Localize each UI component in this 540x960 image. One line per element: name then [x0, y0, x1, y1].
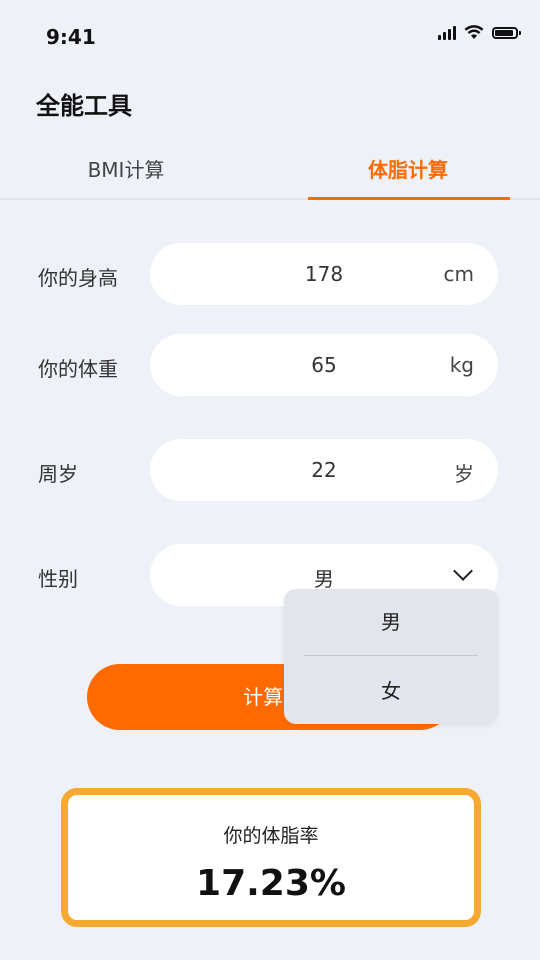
weight-unit: kg [449, 353, 474, 377]
weight-label: 你的体重 [38, 357, 118, 381]
status-icons [438, 25, 521, 40]
gender-dropdown-menu: 男 女 [284, 589, 498, 724]
active-tab-indicator [308, 197, 510, 200]
age-label: 周岁 [38, 462, 78, 486]
tab-bar: BMI计算 体脂计算 [0, 140, 540, 200]
height-unit: cm [443, 262, 474, 286]
height-row: 你的身高 178 cm [0, 243, 540, 305]
height-input[interactable]: 178 cm [150, 243, 498, 305]
gender-label: 性别 [38, 567, 78, 591]
tab-bmi[interactable]: BMI计算 [26, 154, 226, 183]
age-row: 周岁 22 岁 [0, 439, 540, 501]
weight-value: 65 [311, 353, 337, 377]
age-unit: 岁 [454, 462, 474, 486]
result-value: 17.23% [196, 863, 346, 904]
page-title: 全能工具 [36, 92, 132, 120]
tab-body-fat[interactable]: 体脂计算 [308, 154, 508, 183]
battery-icon [492, 26, 521, 39]
age-value: 22 [311, 458, 337, 482]
result-label: 你的体脂率 [223, 825, 319, 847]
height-label: 你的身高 [38, 266, 118, 290]
status-bar: 9:41 [0, 0, 540, 70]
weight-input[interactable]: 65 kg [150, 334, 498, 396]
status-time: 9:41 [46, 25, 96, 49]
weight-row: 你的体重 65 kg [0, 334, 540, 396]
signal-icon [438, 25, 456, 40]
dropdown-divider [304, 655, 478, 656]
gender-value: 男 [314, 567, 334, 591]
result-card: 你的体脂率 17.23% [61, 788, 481, 927]
age-input[interactable]: 22 岁 [150, 439, 498, 501]
dropdown-option-male[interactable]: 男 [284, 589, 498, 655]
wifi-icon [464, 25, 484, 39]
dropdown-option-female[interactable]: 女 [284, 658, 498, 724]
